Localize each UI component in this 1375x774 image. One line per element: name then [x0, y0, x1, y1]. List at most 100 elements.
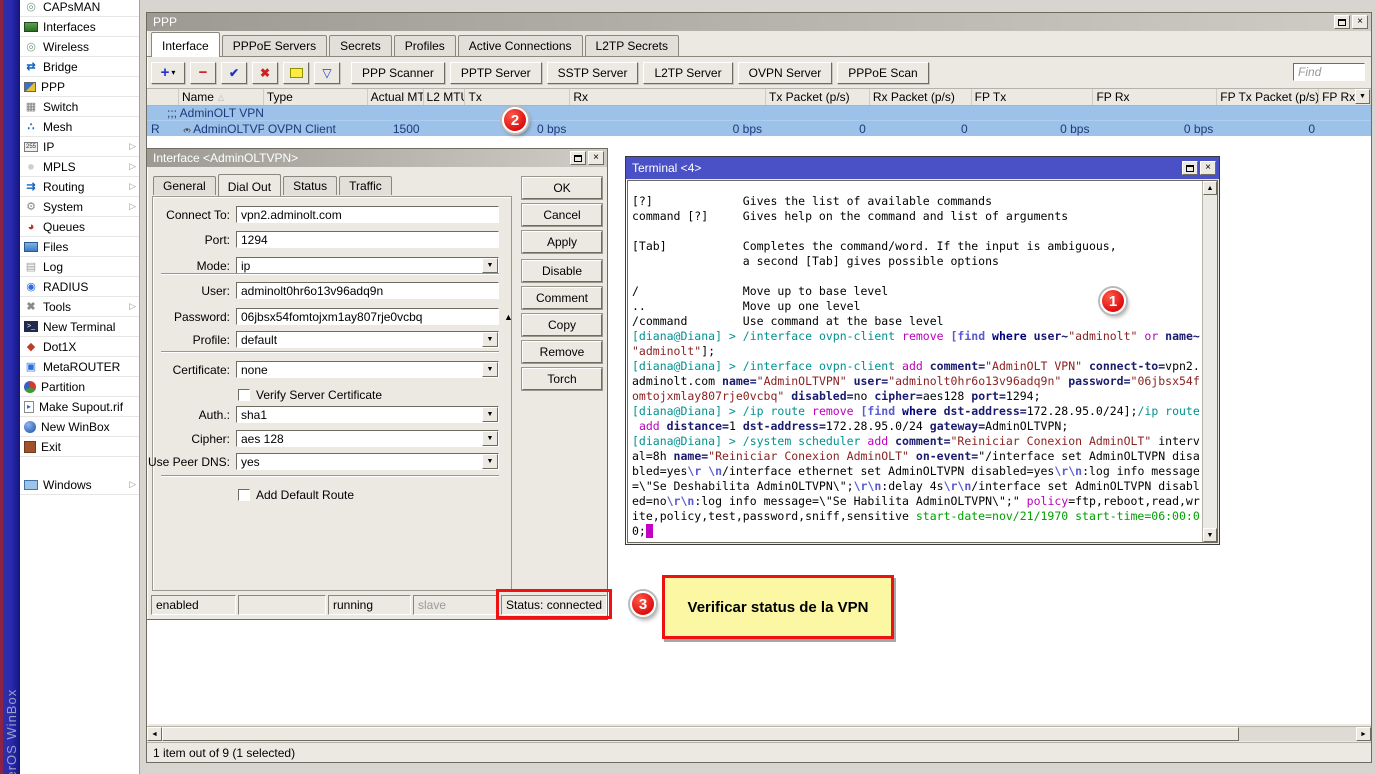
terminal-titlebar[interactable]: Terminal <4> ×: [626, 157, 1219, 179]
column-header-fp-tx[interactable]: FP Tx: [972, 89, 1094, 105]
column-header-fp-rx-pa[interactable]: FP Rx Pa▼: [1319, 89, 1371, 105]
tab-l2tp-secrets[interactable]: L2TP Secrets: [585, 35, 679, 56]
ppp-titlebar[interactable]: PPP ×: [147, 13, 1371, 31]
sidebar-item-ip[interactable]: IP▷: [20, 137, 139, 157]
password-input[interactable]: 06jbsx54fomtojxm1ay807rje0vcbq: [236, 308, 499, 325]
port-input[interactable]: 1294: [236, 231, 499, 248]
tab-active-connections[interactable]: Active Connections: [458, 35, 583, 56]
password-toggle-icon[interactable]: ▲: [504, 312, 513, 322]
tab-secrets[interactable]: Secrets: [329, 35, 392, 56]
pptp-server-button[interactable]: PPTP Server: [450, 62, 542, 84]
sidebar-item-routing[interactable]: Routing▷: [20, 177, 139, 197]
sidebar-item-mpls[interactable]: MPLS▷: [20, 157, 139, 177]
comment-button[interactable]: Comment: [522, 287, 602, 309]
sidebar-item-mesh[interactable]: Mesh: [20, 117, 139, 137]
dialog-tab-dial-out[interactable]: Dial Out: [218, 174, 281, 197]
sidebar-item-dot1x[interactable]: Dot1X: [20, 337, 139, 357]
sidebar-item-files[interactable]: Files: [20, 237, 139, 257]
disable-button[interactable]: Disable: [522, 260, 602, 282]
remove-button[interactable]: −: [190, 62, 216, 84]
close-icon[interactable]: ×: [1200, 161, 1216, 175]
tab-profiles[interactable]: Profiles: [394, 35, 456, 56]
disable-button[interactable]: ✖: [252, 62, 278, 84]
scroll-right-icon[interactable]: ►: [1356, 727, 1371, 741]
comment-row[interactable]: ;;; AdminOLT VPN: [147, 106, 1371, 120]
terminal-body[interactable]: [?] Gives the list of available commands…: [627, 180, 1218, 543]
dropdown-icon[interactable]: ▼: [482, 454, 498, 469]
dropdown-icon[interactable]: ▼: [482, 332, 498, 347]
column-dropdown-icon[interactable]: ▼: [1355, 89, 1370, 104]
sidebar-item-tools[interactable]: Tools▷: [20, 297, 139, 317]
sidebar-item-exit[interactable]: Exit: [20, 437, 139, 457]
column-header-select[interactable]: [147, 89, 179, 105]
use-peer-dns-input[interactable]: yes▼: [236, 453, 499, 470]
sidebar-item-partition[interactable]: Partition: [20, 377, 139, 397]
column-header-name[interactable]: Name△: [179, 89, 264, 105]
torch-button[interactable]: Torch: [522, 368, 602, 390]
scroll-up-icon[interactable]: ▲: [1203, 181, 1217, 195]
tab-interface[interactable]: Interface: [151, 32, 220, 57]
sidebar-item-metarouter[interactable]: MetaROUTER: [20, 357, 139, 377]
close-icon[interactable]: ×: [1352, 15, 1368, 29]
dropdown-icon[interactable]: ▼: [482, 258, 498, 273]
column-header-fp-rx[interactable]: FP Rx: [1093, 89, 1217, 105]
add-default-route-checkbox[interactable]: [238, 489, 250, 501]
find-input[interactable]: [1293, 63, 1365, 81]
filter-button[interactable]: ▽: [314, 62, 340, 84]
connect-to-input[interactable]: vpn2.adminolt.com: [236, 206, 499, 223]
scroll-left-icon[interactable]: ◄: [147, 727, 162, 741]
column-header-type[interactable]: Type: [264, 89, 368, 105]
apply-button[interactable]: Apply: [522, 231, 602, 253]
dialog-titlebar[interactable]: Interface <AdminOLTVPN> ×: [147, 149, 607, 167]
interface-row[interactable]: R‹•›AdminOLTVPNOVPN Client15000 bps0 bps…: [147, 120, 1371, 136]
ppp-scanner-button[interactable]: PPP Scanner: [351, 62, 445, 84]
sidebar-item-queues[interactable]: Queues: [20, 217, 139, 237]
horizontal-scrollbar[interactable]: ◄ ►: [147, 726, 1371, 741]
sidebar-item-bridge[interactable]: Bridge: [20, 57, 139, 77]
sidebar-item-switch[interactable]: Switch: [20, 97, 139, 117]
sidebar-item-windows[interactable]: Windows▷: [20, 475, 139, 495]
maximize-icon[interactable]: [1182, 161, 1198, 175]
sidebar-item-system[interactable]: System▷: [20, 197, 139, 217]
verify-server-certificate-checkbox[interactable]: [238, 389, 250, 401]
cipher-input[interactable]: aes 128▼: [236, 430, 499, 447]
terminal-scrollbar[interactable]: ▲ ▼: [1202, 181, 1217, 542]
certificate-input[interactable]: none▼: [236, 361, 499, 378]
dropdown-icon[interactable]: ▼: [482, 407, 498, 422]
column-header-tx[interactable]: Tx: [465, 89, 570, 105]
dialog-tab-general[interactable]: General: [153, 176, 216, 195]
close-icon[interactable]: ×: [588, 151, 604, 165]
add-button[interactable]: +▾: [151, 62, 185, 84]
maximize-icon[interactable]: [570, 151, 586, 165]
column-header-rx[interactable]: Rx: [570, 89, 766, 105]
comment-button[interactable]: [283, 62, 309, 84]
sidebar-item-new-winbox[interactable]: New WinBox: [20, 417, 139, 437]
column-header-l2-mtu[interactable]: L2 MTU: [424, 89, 466, 105]
ovpn-server-button[interactable]: OVPN Server: [738, 62, 833, 84]
sidebar-item-capsman[interactable]: CAPsMAN: [20, 0, 139, 17]
user-input[interactable]: adminolt0hr6o13v96adq9n: [236, 282, 499, 299]
tab-pppoe-servers[interactable]: PPPoE Servers: [222, 35, 327, 56]
sidebar-item-wireless[interactable]: Wireless: [20, 37, 139, 57]
column-header-rx-packet-p-s[interactable]: Rx Packet (p/s): [870, 89, 972, 105]
maximize-icon[interactable]: [1334, 15, 1350, 29]
sidebar-item-log[interactable]: Log: [20, 257, 139, 277]
column-header-actual-mtu[interactable]: Actual MTU: [368, 89, 424, 105]
column-header-tx-packet-p-s[interactable]: Tx Packet (p/s): [766, 89, 870, 105]
dialog-tab-status[interactable]: Status: [283, 176, 337, 195]
sstp-server-button[interactable]: SSTP Server: [547, 62, 639, 84]
dropdown-icon[interactable]: ▼: [482, 431, 498, 446]
ok-button[interactable]: OK: [522, 177, 602, 199]
dropdown-icon[interactable]: ▼: [482, 362, 498, 377]
scroll-down-icon[interactable]: ▼: [1203, 528, 1217, 542]
column-header-fp-tx-packet-p-s[interactable]: FP Tx Packet (p/s): [1217, 89, 1319, 105]
sidebar-item-new-terminal[interactable]: New Terminal: [20, 317, 139, 337]
mode-input[interactable]: ip▼: [236, 257, 499, 274]
copy-button[interactable]: Copy: [522, 314, 602, 336]
auth-input[interactable]: sha1▼: [236, 406, 499, 423]
l2tp-server-button[interactable]: L2TP Server: [643, 62, 732, 84]
dialog-tab-traffic[interactable]: Traffic: [339, 176, 392, 195]
sidebar-item-interfaces[interactable]: Interfaces: [20, 17, 139, 37]
sidebar-item-radius[interactable]: RADIUS: [20, 277, 139, 297]
cancel-button[interactable]: Cancel: [522, 204, 602, 226]
